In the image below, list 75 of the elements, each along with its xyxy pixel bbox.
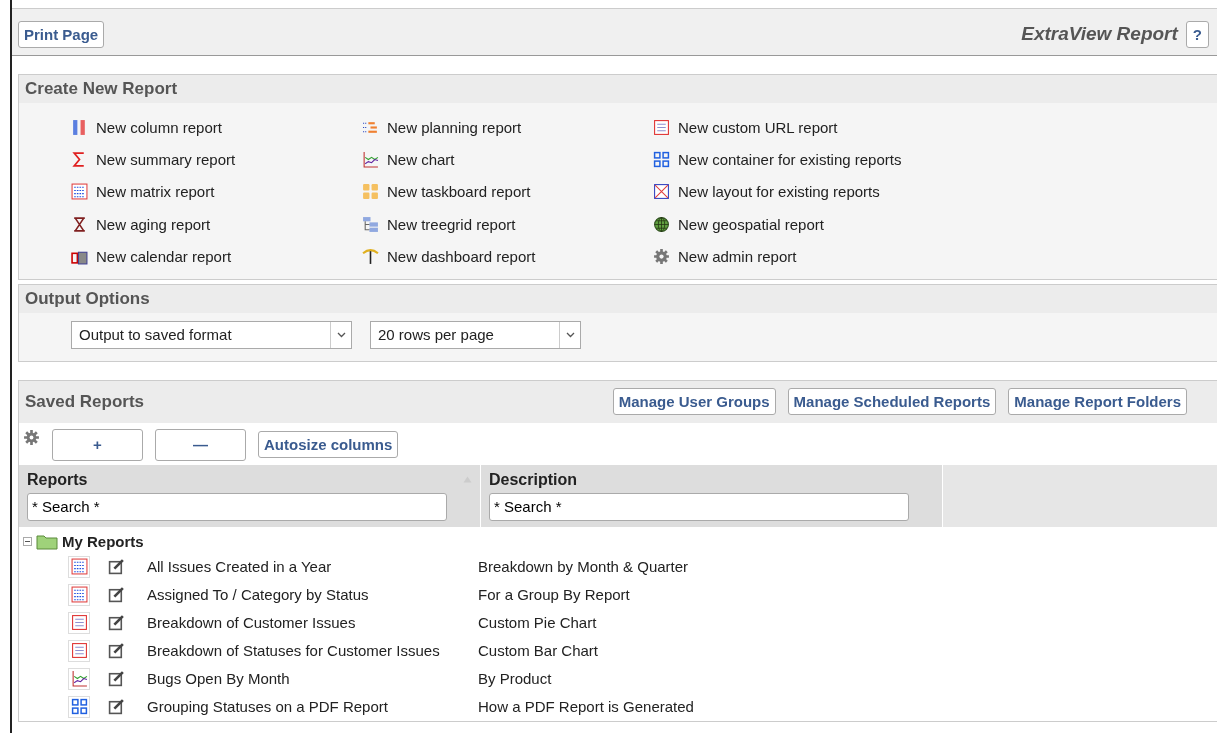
new-report-link[interactable]: New column report	[96, 118, 222, 136]
section-header: Create New Report	[19, 75, 1217, 103]
list-icon	[70, 614, 88, 632]
column-header[interactable]: Reports	[27, 470, 88, 489]
line-chart-icon	[362, 151, 379, 169]
squares-icon	[70, 698, 88, 716]
grid-icon	[71, 183, 88, 201]
report-name[interactable]: Assigned To / Category by Status	[147, 586, 478, 604]
report-description: Breakdown by Month & Quarter	[478, 558, 689, 576]
manage-button[interactable]: Manage Report Folders	[1008, 388, 1187, 416]
remove-button[interactable]: —	[155, 428, 246, 461]
report-name[interactable]: Grouping Statuses on a PDF Report	[147, 698, 478, 716]
add-button[interactable]: +	[52, 428, 143, 461]
new-report-link[interactable]: New planning report	[387, 118, 522, 136]
edit-icon[interactable]	[108, 642, 125, 660]
report-description: How a PDF Report is Generated	[478, 698, 694, 716]
rows-dropdown[interactable]: 20 rows per page	[370, 320, 581, 349]
new-report-link[interactable]: New admin report	[678, 248, 797, 266]
new-report-link[interactable]: New aging report	[96, 215, 211, 233]
globe-icon	[653, 215, 670, 233]
gear-icon	[653, 248, 670, 266]
new-report-link[interactable]: New calendar report	[96, 248, 232, 266]
new-report-link[interactable]: New custom URL report	[678, 118, 838, 136]
list-icon	[653, 118, 670, 136]
squares-icon	[653, 151, 670, 169]
edit-icon[interactable]	[108, 670, 125, 688]
folder-label[interactable]: My Reports	[62, 533, 144, 551]
report-name[interactable]: Bugs Open By Month	[147, 670, 478, 688]
report-name[interactable]: All Issues Created in a Year	[147, 558, 478, 576]
hourglass-icon	[71, 215, 88, 233]
report-description: By Product	[478, 670, 552, 688]
report-description: Custom Pie Chart	[478, 614, 597, 632]
column-header[interactable]: Description	[489, 470, 577, 489]
search-field[interactable]: * Search *	[489, 492, 909, 521]
print-button[interactable]: Print Page	[18, 20, 105, 48]
folder-icon	[36, 533, 58, 550]
collapse-toggle-icon[interactable]	[23, 537, 32, 547]
gauge-icon	[362, 248, 379, 266]
caret-icon	[565, 331, 575, 338]
new-report-link[interactable]: New chart	[387, 151, 455, 169]
format-dropdown[interactable]: Output to saved format	[71, 320, 352, 349]
tree-icon	[362, 215, 379, 233]
settings-icon[interactable]	[23, 428, 40, 446]
new-report-link[interactable]: New dashboard report	[387, 248, 536, 266]
section-header: Output Options	[19, 284, 1217, 313]
column-report-icon	[71, 118, 88, 136]
new-report-link[interactable]: New matrix report	[96, 183, 215, 201]
report-description: Custom Bar Chart	[478, 642, 599, 660]
crossed-box-icon	[653, 183, 670, 201]
new-report-link[interactable]: New geospatial report	[678, 215, 824, 233]
autosize-button[interactable]: Autosize columns	[258, 431, 399, 459]
new-report-link[interactable]: New taskboard report	[387, 183, 531, 201]
report-name[interactable]: Breakdown of Customer Issues	[147, 614, 478, 632]
line-chart-icon	[70, 670, 88, 688]
caret-icon	[336, 331, 346, 338]
section-header: Saved Reports	[25, 391, 145, 412]
manage-button[interactable]: Manage User Groups	[612, 388, 776, 416]
new-report-link[interactable]: New summary report	[96, 151, 236, 169]
help-button[interactable]: ?	[1185, 20, 1209, 48]
grid-icon	[70, 558, 88, 576]
new-report-link[interactable]: New container for existing reports	[678, 151, 902, 169]
grid-icon	[70, 586, 88, 604]
manage-button[interactable]: Manage Scheduled Reports	[787, 388, 997, 416]
tiles-icon	[362, 183, 379, 201]
report-name[interactable]: Breakdown of Statuses for Customer Issues	[147, 642, 478, 660]
report-description: For a Group By Report	[478, 586, 630, 604]
new-report-link[interactable]: New layout for existing reports	[678, 183, 880, 201]
new-report-link[interactable]: New treegrid report	[387, 215, 516, 233]
edit-icon[interactable]	[108, 586, 125, 604]
edit-icon[interactable]	[108, 558, 125, 576]
edit-icon[interactable]	[108, 614, 125, 632]
list-icon	[70, 642, 88, 660]
report-title: ExtraView Report	[1021, 23, 1178, 45]
edit-icon[interactable]	[108, 698, 125, 716]
search-field[interactable]: * Search *	[27, 492, 447, 521]
